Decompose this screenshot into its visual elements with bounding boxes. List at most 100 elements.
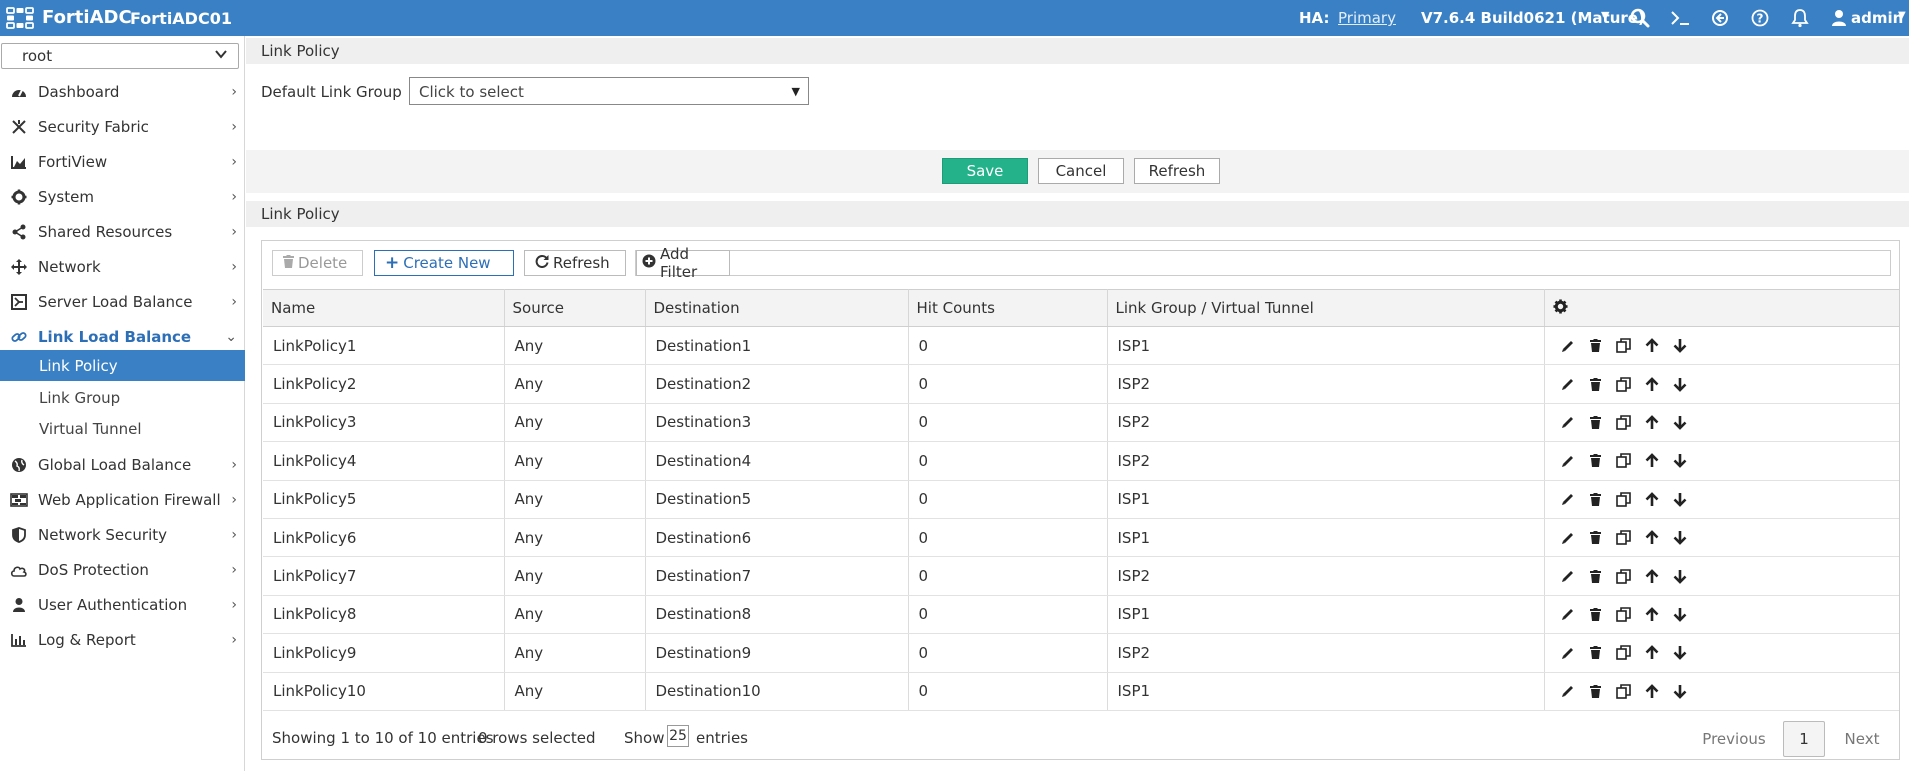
trash-icon[interactable] (1587, 644, 1605, 662)
edit-icon[interactable] (1559, 644, 1577, 662)
search-icon[interactable] (1628, 6, 1652, 30)
refresh-button[interactable]: Refresh (1134, 158, 1220, 184)
arrow-up-icon[interactable] (1643, 644, 1661, 662)
edit-icon[interactable] (1559, 490, 1577, 508)
arrow-down-icon[interactable] (1671, 567, 1689, 585)
sidebar-item-shared-resources[interactable]: Shared Resources › (0, 218, 245, 246)
clone-icon[interactable] (1615, 413, 1633, 431)
edit-icon[interactable] (1559, 452, 1577, 470)
previous-page-button[interactable]: Previous (1699, 721, 1769, 757)
user-icon[interactable] (1827, 6, 1851, 30)
edit-icon[interactable] (1559, 529, 1577, 547)
ha-status-link[interactable]: Primary (1338, 9, 1396, 27)
table-row[interactable]: LinkPolicy4 Any Destination4 0 ISP2 (263, 441, 1899, 481)
version-dropdown[interactable]: V7.6.4 Build0621 (Mature) (1421, 9, 1645, 27)
arrow-up-icon[interactable] (1643, 529, 1661, 547)
column-header-link-group[interactable]: Link Group / Virtual Tunnel (1107, 289, 1545, 327)
table-row[interactable]: LinkPolicy9 Any Destination9 0 ISP2 (263, 633, 1899, 673)
clone-icon[interactable] (1615, 644, 1633, 662)
edit-icon[interactable] (1559, 337, 1577, 355)
page-size-input[interactable]: 25 (667, 725, 689, 747)
page-1-button[interactable]: 1 (1783, 721, 1825, 757)
bell-icon[interactable] (1788, 6, 1812, 30)
sidebar-item-system[interactable]: System › (0, 183, 245, 211)
trash-icon[interactable] (1587, 452, 1605, 470)
trash-icon[interactable] (1587, 490, 1605, 508)
table-row[interactable]: LinkPolicy1 Any Destination1 0 ISP1 (263, 326, 1899, 366)
sidebar-item-global-load-balance[interactable]: Global Load Balance › (0, 451, 245, 479)
table-row[interactable]: LinkPolicy3 Any Destination3 0 ISP2 (263, 403, 1899, 443)
trash-icon[interactable] (1587, 682, 1605, 700)
user-menu[interactable]: admin (1851, 9, 1903, 27)
arrow-down-icon[interactable] (1671, 375, 1689, 393)
create-new-button[interactable]: + Create New (374, 250, 514, 276)
clone-icon[interactable] (1615, 682, 1633, 700)
arrow-down-icon[interactable] (1671, 644, 1689, 662)
sidebar-item-log-report[interactable]: Log & Report › (0, 626, 245, 654)
table-row[interactable]: LinkPolicy2 Any Destination2 0 ISP2 (263, 364, 1899, 404)
edit-icon[interactable] (1559, 375, 1577, 393)
add-filter-button[interactable]: Add Filter (636, 245, 730, 281)
column-header-hit-counts[interactable]: Hit Counts (908, 289, 1108, 327)
arrow-down-icon[interactable] (1671, 490, 1689, 508)
gear-icon[interactable] (1552, 298, 1568, 318)
arrow-up-icon[interactable] (1643, 567, 1661, 585)
logout-icon[interactable] (1708, 6, 1732, 30)
trash-icon[interactable] (1587, 375, 1605, 393)
table-row[interactable]: LinkPolicy8 Any Destination8 0 ISP1 (263, 595, 1899, 635)
default-link-group-select[interactable]: Click to select ▼ (409, 77, 809, 105)
next-page-button[interactable]: Next (1837, 721, 1887, 757)
caret-down-icon[interactable]: ▼ (1601, 9, 1609, 22)
trash-icon[interactable] (1587, 605, 1605, 623)
table-row[interactable]: LinkPolicy10 Any Destination10 0 ISP1 (263, 672, 1899, 711)
trash-icon[interactable] (1587, 567, 1605, 585)
clone-icon[interactable] (1615, 529, 1633, 547)
sidebar-item-server-load-balance[interactable]: Server Load Balance › (0, 288, 245, 316)
clone-icon[interactable] (1615, 337, 1633, 355)
clone-icon[interactable] (1615, 452, 1633, 470)
column-header-destination[interactable]: Destination (645, 289, 909, 327)
column-settings[interactable] (1544, 289, 1899, 327)
cli-console-icon[interactable] (1668, 6, 1692, 30)
sidebar-item-dos-protection[interactable]: DoS Protection › (0, 556, 245, 584)
clone-icon[interactable] (1615, 605, 1633, 623)
table-row[interactable]: LinkPolicy7 Any Destination7 0 ISP2 (263, 556, 1899, 596)
sidebar-item-network[interactable]: Network › (0, 253, 245, 281)
table-refresh-button[interactable]: Refresh (524, 250, 626, 276)
sidebar-item-user-authentication[interactable]: User Authentication › (0, 591, 245, 619)
sidebar-item-fortiview[interactable]: FortiView › (0, 148, 245, 176)
arrow-up-icon[interactable] (1643, 490, 1661, 508)
sidebar-item-dashboard[interactable]: Dashboard › (0, 78, 245, 106)
arrow-down-icon[interactable] (1671, 682, 1689, 700)
sidebar-item-security-fabric[interactable]: Security Fabric › (0, 113, 245, 141)
arrow-up-icon[interactable] (1643, 682, 1661, 700)
delete-button[interactable]: Delete (272, 250, 363, 276)
sidebar-subitem-link-policy[interactable]: Link Policy (0, 350, 245, 381)
arrow-up-icon[interactable] (1643, 413, 1661, 431)
arrow-up-icon[interactable] (1643, 337, 1661, 355)
cancel-button[interactable]: Cancel (1038, 158, 1124, 184)
sidebar-subitem-virtual-tunnel[interactable]: Virtual Tunnel (0, 413, 245, 444)
arrow-down-icon[interactable] (1671, 605, 1689, 623)
sidebar-item-network-security[interactable]: Network Security › (0, 521, 245, 549)
column-header-name[interactable]: Name (263, 289, 505, 327)
arrow-down-icon[interactable] (1671, 337, 1689, 355)
edit-icon[interactable] (1559, 605, 1577, 623)
edit-icon[interactable] (1559, 567, 1577, 585)
arrow-up-icon[interactable] (1643, 452, 1661, 470)
help-icon[interactable]: ? (1748, 6, 1772, 30)
arrow-up-icon[interactable] (1643, 605, 1661, 623)
arrow-down-icon[interactable] (1671, 452, 1689, 470)
edit-icon[interactable] (1559, 682, 1577, 700)
arrow-up-icon[interactable] (1643, 375, 1661, 393)
sidebar-subitem-link-group[interactable]: Link Group (0, 382, 245, 413)
trash-icon[interactable] (1587, 413, 1605, 431)
edit-icon[interactable] (1559, 413, 1577, 431)
filter-bar[interactable]: Add Filter (635, 245, 1891, 281)
arrow-down-icon[interactable] (1671, 529, 1689, 547)
arrow-down-icon[interactable] (1671, 413, 1689, 431)
table-row[interactable]: LinkPolicy6 Any Destination6 0 ISP1 (263, 518, 1899, 558)
sidebar-item-link-load-balance[interactable]: Link Load Balance ⌄ (0, 323, 245, 351)
clone-icon[interactable] (1615, 567, 1633, 585)
caret-down-icon[interactable]: ▼ (1898, 10, 1906, 21)
